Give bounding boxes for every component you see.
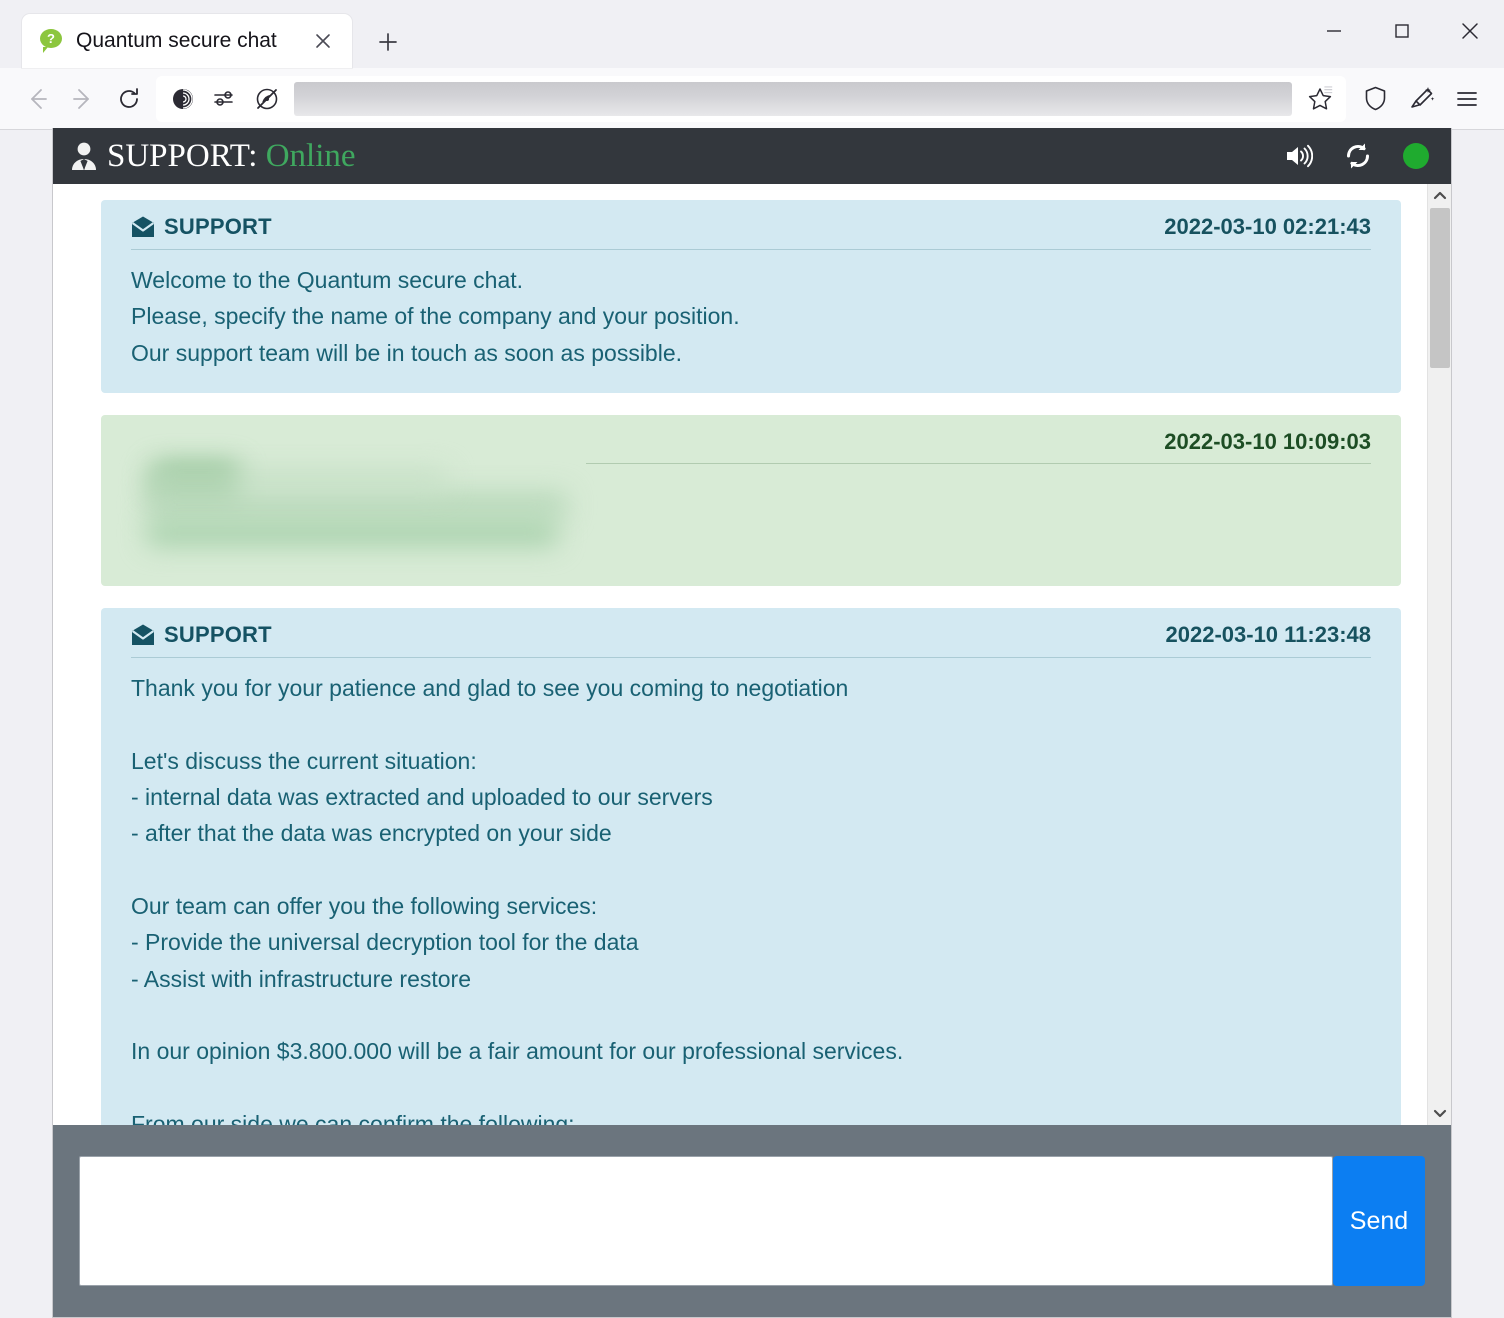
message-body: Thank you for your patience and glad to … (131, 670, 1371, 1125)
browser-window: ? Quantum secure chat (0, 0, 1504, 1318)
bookmark-star-icon[interactable] (1298, 77, 1342, 121)
forward-arrow-icon[interactable] (60, 76, 106, 122)
tor-circuit-icon[interactable] (204, 78, 246, 120)
message-input[interactable] (79, 1156, 1333, 1286)
address-bar-icons (162, 78, 288, 120)
tab-close-icon[interactable] (308, 26, 338, 56)
reload-icon[interactable] (106, 76, 152, 122)
shield-icon[interactable] (1352, 76, 1398, 122)
chat-message-support: SUPPORT 2022-03-10 02:21:43 Welcome to t… (101, 200, 1401, 393)
onion-icon[interactable] (162, 78, 204, 120)
new-tab-button[interactable] (366, 20, 410, 64)
redacted-message-body (131, 474, 1371, 560)
window-controls (1300, 0, 1504, 62)
support-agent-icon (67, 139, 101, 173)
message-composer: Send (53, 1125, 1451, 1317)
tab-strip: ? Quantum secure chat (0, 0, 1504, 68)
window-close-button[interactable] (1436, 0, 1504, 62)
message-sender: SUPPORT (131, 622, 272, 648)
message-timestamp: 2022-03-10 10:09:03 (1164, 429, 1371, 455)
chat-title-label: SUPPORT: (107, 138, 257, 174)
message-sender: SUPPORT (131, 214, 272, 240)
hamburger-menu-icon[interactable] (1444, 76, 1490, 122)
back-arrow-icon[interactable] (14, 76, 60, 122)
scroll-down-chevron-down-icon[interactable] (1428, 1101, 1452, 1125)
tab-favicon-chat-bubble-icon: ? (40, 29, 64, 53)
chat-body-wrap: SUPPORT 2022-03-10 02:21:43 Welcome to t… (53, 184, 1451, 1125)
url-input[interactable] (294, 82, 1292, 116)
envelope-icon (131, 624, 155, 646)
scrollbar-track[interactable] (1428, 208, 1452, 1101)
favicon-question-glyph: ? (40, 29, 62, 48)
redaction-blur (147, 520, 557, 546)
message-sender-label: SUPPORT (164, 622, 272, 648)
chat-message-support: SUPPORT 2022-03-10 11:23:48 Thank you fo… (101, 608, 1401, 1125)
send-button[interactable]: Send (1333, 1156, 1425, 1286)
redaction-blur (147, 470, 447, 490)
reader-mode-icon[interactable]: ≡ (1324, 82, 1332, 100)
chat-page: SUPPORT: Online (52, 128, 1452, 1318)
scroll-up-chevron-up-icon[interactable] (1428, 184, 1452, 208)
speaker-icon[interactable] (1275, 133, 1321, 179)
message-header: 2022-03-10 10:09:03 (131, 429, 1371, 464)
message-timestamp: 2022-03-10 11:23:48 (1166, 622, 1372, 648)
chat-message-client-redacted: 2022-03-10 10:09:03 (101, 415, 1401, 586)
window-minimize-button[interactable] (1300, 0, 1368, 62)
message-list-scrollbar[interactable] (1427, 184, 1451, 1125)
chat-header: SUPPORT: Online (53, 128, 1451, 184)
window-maximize-button[interactable] (1368, 0, 1436, 62)
chat-status-label: Online (266, 138, 356, 174)
address-bar[interactable]: ≡ (156, 76, 1346, 122)
browser-tab[interactable]: ? Quantum secure chat (22, 14, 352, 68)
navigation-toolbar: ≡ (0, 68, 1504, 130)
message-sender-label: SUPPORT (164, 214, 272, 240)
scrollbar-thumb[interactable] (1430, 208, 1450, 368)
online-status-dot (1403, 143, 1429, 169)
message-header: SUPPORT 2022-03-10 02:21:43 (131, 214, 1371, 250)
tab-title: Quantum secure chat (76, 29, 308, 53)
message-list: SUPPORT 2022-03-10 02:21:43 Welcome to t… (53, 184, 1427, 1125)
redaction-blur (147, 492, 567, 518)
message-body: Welcome to the Quantum secure chat. Plea… (131, 262, 1371, 371)
toolbar-right-icons (1352, 76, 1490, 122)
envelope-icon (131, 216, 155, 238)
new-identity-broom-icon[interactable] (1398, 76, 1444, 122)
chat-title: SUPPORT: Online (107, 138, 356, 175)
noscript-icon[interactable] (246, 78, 288, 120)
message-header: SUPPORT 2022-03-10 11:23:48 (131, 622, 1371, 658)
refresh-icon[interactable] (1335, 133, 1381, 179)
message-timestamp: 2022-03-10 02:21:43 (1164, 214, 1371, 240)
